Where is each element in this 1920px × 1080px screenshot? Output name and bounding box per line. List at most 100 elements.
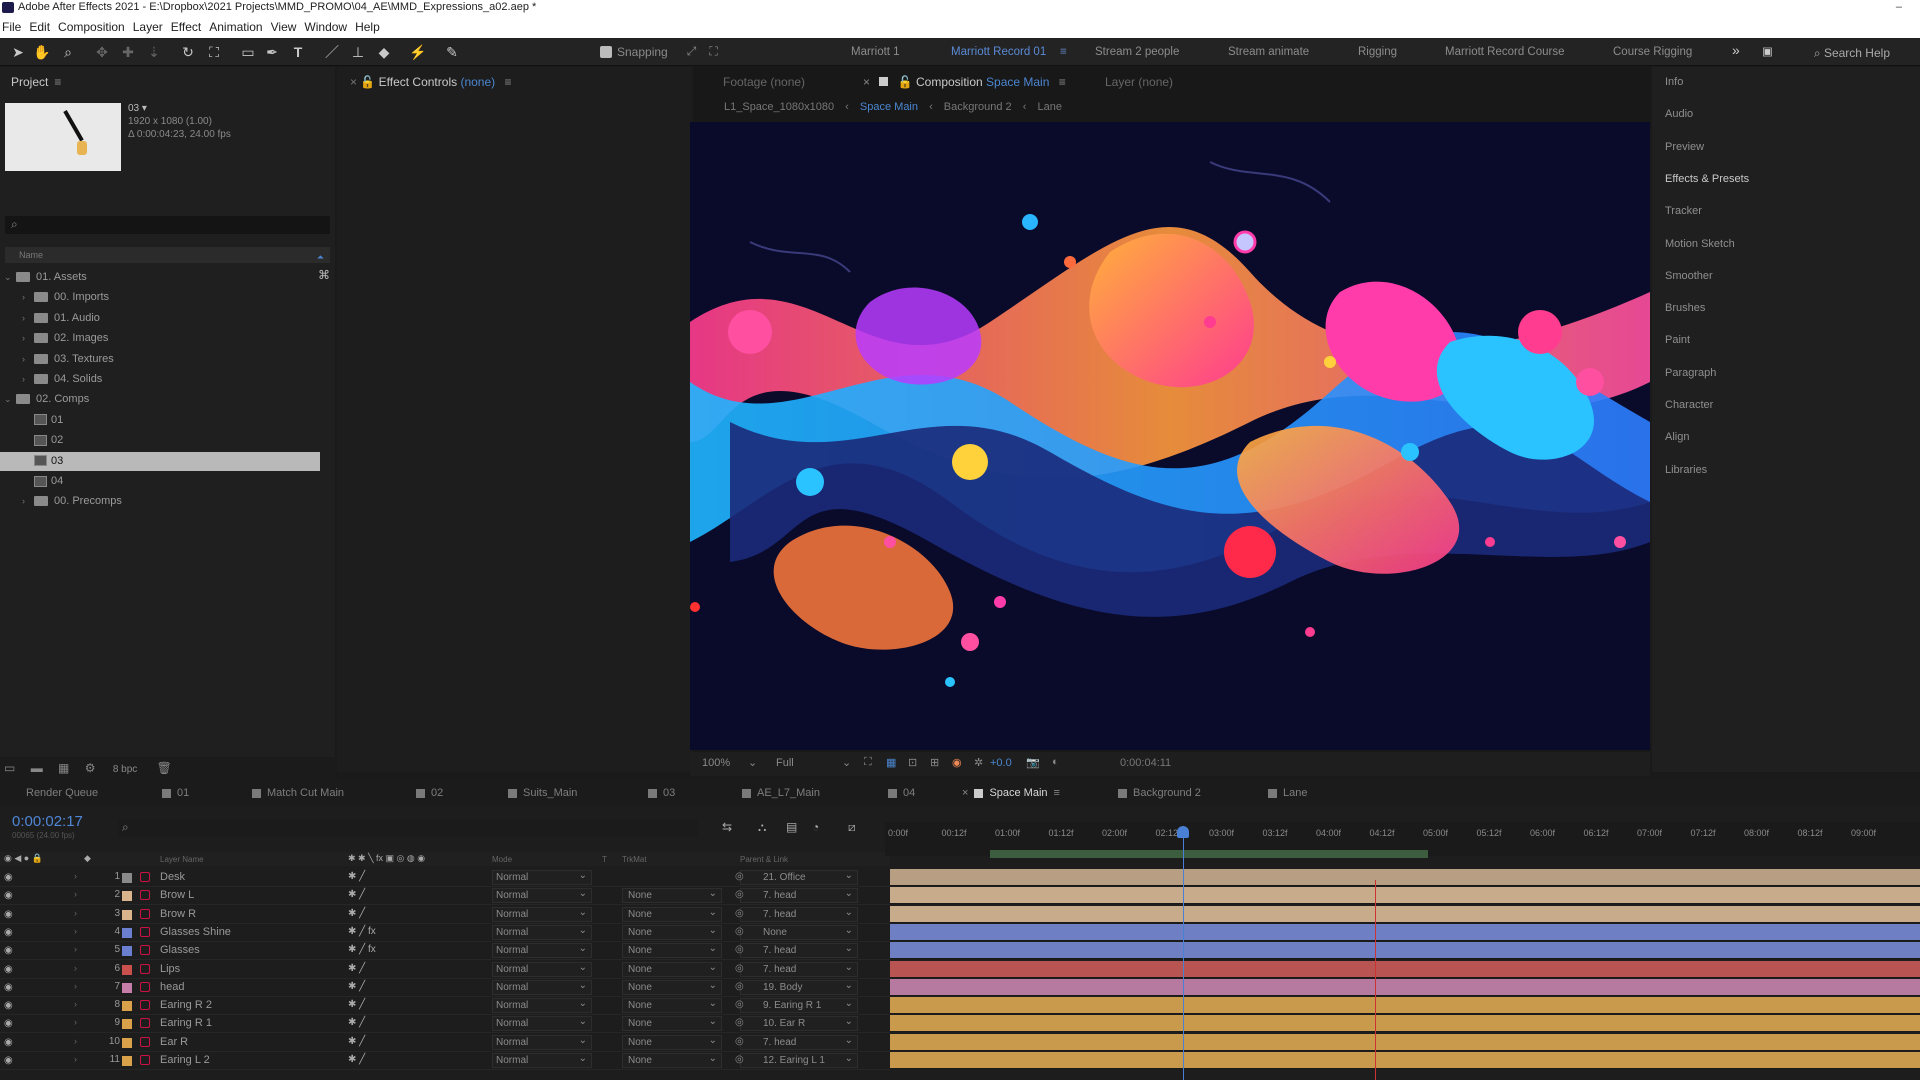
dolly-tool-icon[interactable]: ⇣: [144, 42, 164, 62]
project-item-01[interactable]: 01: [0, 411, 320, 430]
layer-name[interactable]: Earing R 1: [160, 1017, 212, 1029]
visibility-eye-icon[interactable]: ◉: [4, 1055, 13, 1066]
breadcrumb-background-2[interactable]: Background 2: [944, 101, 1012, 113]
expand-arrow-icon[interactable]: ›: [74, 889, 77, 899]
puppet-pin-tool-icon[interactable]: ✎: [442, 42, 462, 62]
label-color-swatch[interactable]: [122, 891, 132, 902]
project-search-input[interactable]: ⌕: [5, 216, 330, 234]
menu-view[interactable]: View: [271, 16, 297, 38]
layer-search-input[interactable]: ⌕: [118, 819, 698, 837]
track-matte-dropdown[interactable]: None: [622, 887, 722, 904]
transparency-grid-icon[interactable]: ▦: [886, 756, 896, 769]
menu-help[interactable]: Help: [355, 16, 380, 38]
clone-stamp-tool-icon[interactable]: ⊥: [348, 42, 368, 62]
menu-composition[interactable]: Composition: [58, 16, 125, 38]
roto-brush-tool-icon[interactable]: ⚡: [408, 42, 428, 62]
track-matte-dropdown[interactable]: None: [622, 961, 722, 977]
tab-02[interactable]: 02: [416, 787, 443, 799]
layer-name[interactable]: head: [160, 981, 184, 993]
tab-04[interactable]: 04: [888, 787, 915, 799]
snap-bounds-icon[interactable]: ⛶: [709, 44, 717, 59]
layer-name[interactable]: Brow R: [160, 908, 196, 920]
resolution-chevron-icon[interactable]: ⌄: [842, 756, 851, 769]
track-matte-dropdown[interactable]: None: [622, 942, 722, 959]
layer-duration-bar[interactable]: [890, 905, 1920, 923]
interpret-footage-icon[interactable]: ▭: [4, 761, 15, 775]
playhead-handle[interactable]: [1177, 826, 1189, 838]
layer-row[interactable]: ◉ › 1 Desk ✱ ╱ Normal 21. Office: [0, 869, 890, 887]
visibility-eye-icon[interactable]: ◉: [4, 1037, 13, 1048]
new-folder-icon[interactable]: ▬: [31, 761, 43, 775]
type-tool-icon[interactable]: T: [288, 42, 308, 62]
layer-row[interactable]: ◉ › 5 Glasses ✱ ╱ fx Normal None 7. head: [0, 942, 890, 961]
work-area-bar[interactable]: [990, 850, 1428, 858]
track-matte-dropdown[interactable]: None: [622, 979, 722, 995]
layer-duration-bar[interactable]: [890, 1052, 1920, 1069]
zoom-dropdown-chevron-icon[interactable]: ⌄: [748, 756, 757, 769]
expand-arrow-icon[interactable]: ›: [74, 999, 77, 1009]
render-queue-tab[interactable]: Render Queue: [26, 787, 98, 799]
blend-mode-dropdown[interactable]: Normal: [492, 942, 592, 959]
expand-arrow-icon[interactable]: ›: [74, 963, 77, 973]
project-item-02[interactable]: 02: [0, 431, 320, 450]
layer-name-header[interactable]: Layer Name: [160, 855, 204, 864]
tab-01[interactable]: 01: [162, 787, 189, 799]
effect-controls-menu-icon[interactable]: ≡: [504, 75, 511, 89]
close-tab-icon[interactable]: ×: [350, 75, 360, 89]
layer-switches-icon[interactable]: ✱ ╱: [348, 1017, 365, 1028]
label-color-swatch[interactable]: [122, 909, 132, 920]
parent-dropdown[interactable]: 21. Office: [735, 869, 858, 885]
project-panel-header[interactable]: Project ≡: [11, 75, 61, 89]
layer-switches-icon[interactable]: ✱ ╱: [348, 963, 365, 974]
layer-name[interactable]: Ear R: [160, 1036, 188, 1048]
layer-switches-icon[interactable]: ✱ ╱: [348, 1054, 365, 1065]
pan-behind-tool-icon[interactable]: ⛶: [204, 42, 224, 62]
visibility-eye-icon[interactable]: ◉: [4, 1018, 13, 1029]
layer-switches-icon[interactable]: ✱ ╱: [348, 889, 365, 900]
project-column-header[interactable]: Name ⏶: [5, 247, 330, 263]
project-item-03[interactable]: 03: [0, 451, 320, 471]
parent-dropdown[interactable]: 7. head: [735, 1034, 858, 1050]
parent-dropdown[interactable]: 7. head: [735, 961, 858, 977]
pen-tool-icon[interactable]: ✒: [262, 42, 282, 62]
layer-row[interactable]: ◉ › 7 head ✱ ╱ Normal None 19. Body: [0, 979, 890, 997]
lock-icon[interactable]: 🔓: [898, 75, 916, 89]
layer-duration-bar[interactable]: [890, 978, 1920, 996]
track-matte-dropdown[interactable]: None: [622, 997, 722, 1014]
more-workspaces-button[interactable]: »: [1732, 42, 1740, 58]
parent-dropdown[interactable]: None: [735, 924, 858, 940]
expand-caret-icon[interactable]: ›: [22, 329, 34, 348]
expand-caret-icon[interactable]: ›: [22, 309, 34, 328]
tab-match-cut-main[interactable]: Match Cut Main: [252, 787, 344, 799]
composition-viewer[interactable]: [690, 122, 1650, 750]
layer-duration-bar[interactable]: [890, 869, 1920, 886]
project-item-00-imports[interactable]: › 00. Imports: [0, 288, 320, 307]
parent-dropdown[interactable]: 9. Earing R 1: [735, 997, 858, 1014]
project-item-01-audio[interactable]: › 01. Audio: [0, 309, 320, 328]
layer-duration-bar[interactable]: [890, 887, 1920, 905]
visibility-eye-icon[interactable]: ◉: [4, 927, 13, 938]
label-color-swatch[interactable]: [122, 1037, 132, 1048]
label-color-swatch[interactable]: [122, 946, 132, 957]
visibility-eye-icon[interactable]: ◉: [4, 909, 13, 920]
composition-menu-icon[interactable]: ≡: [1059, 75, 1066, 89]
blend-mode-dropdown[interactable]: Normal: [492, 1015, 592, 1032]
comp-mini-flowchart-icon[interactable]: ⇆: [722, 820, 732, 834]
blend-mode-dropdown[interactable]: Normal: [492, 924, 592, 940]
hand-tool-icon[interactable]: ✋: [32, 42, 52, 62]
expand-arrow-icon[interactable]: ›: [74, 981, 77, 991]
layer-name[interactable]: Brow L: [160, 889, 194, 901]
breadcrumb-space-main[interactable]: Space Main: [860, 101, 918, 113]
expand-arrow-icon[interactable]: ›: [74, 871, 77, 881]
close-tab-icon[interactable]: ×: [962, 787, 968, 799]
workspace-rigging[interactable]: Rigging: [1358, 46, 1397, 58]
bpc-toggle[interactable]: 8 bpc: [113, 764, 137, 775]
menu-window[interactable]: Window: [304, 16, 347, 38]
layer-switches-icon[interactable]: ✱ ╱ fx: [348, 944, 376, 955]
track-matte-dropdown[interactable]: None: [622, 906, 722, 922]
layer-name[interactable]: Lips: [160, 963, 180, 975]
eraser-tool-icon[interactable]: ◆: [374, 42, 394, 62]
visibility-eye-icon[interactable]: ◉: [4, 982, 13, 993]
blend-mode-dropdown[interactable]: Normal: [492, 1034, 592, 1050]
expand-caret-icon[interactable]: ›: [22, 492, 34, 511]
